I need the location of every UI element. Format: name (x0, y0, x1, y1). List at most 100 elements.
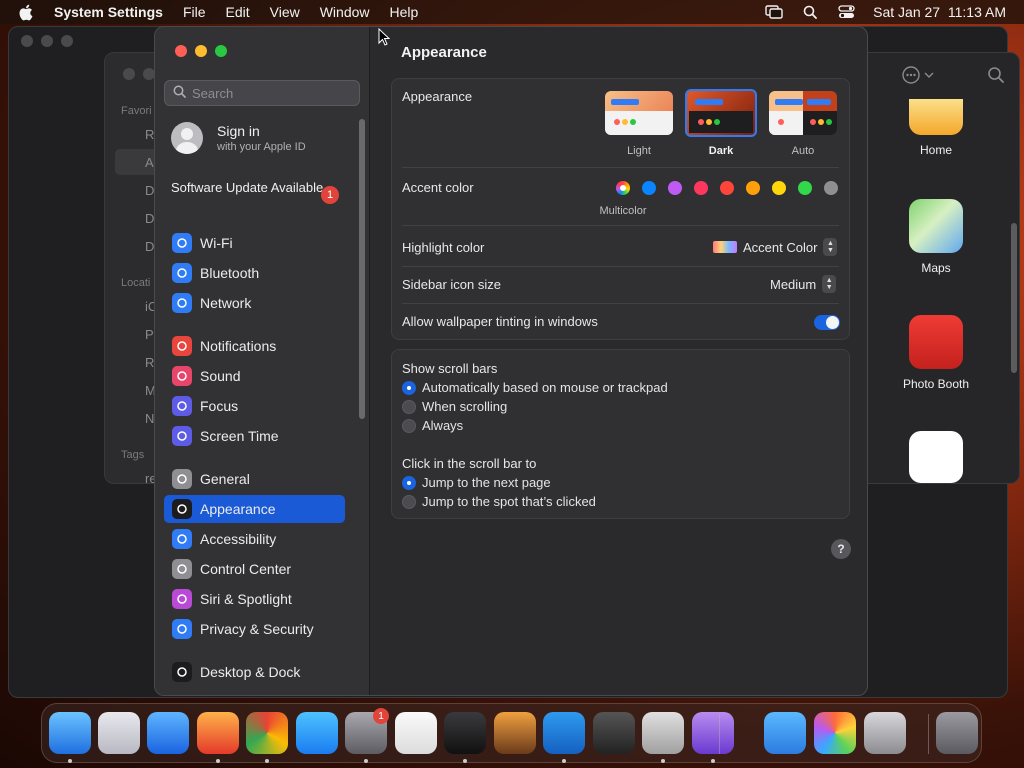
radio-button[interactable] (402, 380, 416, 395)
finder-sidebar-item[interactable]: D (145, 239, 154, 254)
click-scroll-option-next-page[interactable]: Jump to the next page (402, 475, 551, 490)
dock-finder-icon[interactable] (49, 712, 91, 754)
control-center-icon[interactable] (837, 4, 855, 20)
search-input[interactable] (192, 85, 352, 101)
dock-photos-icon[interactable] (814, 712, 856, 754)
finder-sidebar-item[interactable]: D (145, 183, 154, 198)
appearance-option-auto[interactable] (769, 91, 837, 135)
appearance-dark-label: Dark (708, 145, 734, 157)
menu-file[interactable]: File (183, 4, 206, 20)
help-button[interactable]: ? (831, 539, 851, 559)
appearance-light-label: Light (627, 145, 651, 157)
dock-vs-code-icon[interactable] (543, 712, 585, 754)
minimize-button[interactable] (195, 45, 207, 57)
menu-view[interactable]: View (270, 4, 300, 20)
click-scroll-option-spot-clicked[interactable]: Jump to the spot that’s clicked (402, 494, 596, 509)
appearance-option-dark[interactable] (685, 89, 757, 137)
dock-weather-icon[interactable] (764, 712, 806, 754)
dock-firefox-icon[interactable] (197, 712, 239, 754)
sidebar-item-siri-spotlight[interactable]: Siri & Spotlight (164, 585, 345, 613)
sidebar-item-bluetooth[interactable]: Bluetooth (164, 259, 345, 287)
dock-roblox-icon[interactable] (642, 712, 684, 754)
finder-sidebar-item[interactable]: R (145, 127, 154, 142)
radio-button[interactable] (402, 494, 416, 509)
sidebar-item-notifications[interactable]: Notifications (164, 332, 345, 360)
photo-booth-app-icon (909, 315, 963, 369)
dock-textedit-icon[interactable] (395, 712, 437, 754)
accent-color-swatch[interactable] (824, 181, 838, 195)
finder-sidebar-item[interactable]: A (145, 155, 154, 170)
sidebar-item-privacy-security[interactable]: Privacy & Security (164, 615, 345, 643)
update-badge: 1 (321, 186, 339, 204)
app-maps[interactable]: Maps (881, 199, 991, 275)
scroll-bars-option-when-scrolling[interactable]: When scrolling (402, 399, 507, 414)
dock-chrome-icon[interactable] (246, 712, 288, 754)
scroll-bars-option-always[interactable]: Always (402, 418, 463, 433)
screen-mirroring-icon[interactable] (765, 4, 783, 20)
sidebar-scrollbar[interactable] (359, 119, 365, 419)
dock-terminal-icon[interactable] (444, 712, 486, 754)
radio-button[interactable] (402, 418, 416, 433)
zoom-button[interactable] (215, 45, 227, 57)
apple-menu-icon[interactable] (18, 4, 36, 21)
finder-sidebar-item[interactable]: D (145, 211, 154, 226)
finder-sidebar-item[interactable]: N (145, 411, 154, 426)
menu-window[interactable]: Window (320, 4, 370, 20)
accent-color-swatch[interactable] (772, 181, 786, 195)
finder-more-icon[interactable] (901, 65, 937, 90)
popup-chevron-icon: ▲ ▼ (822, 275, 837, 293)
accent-color-swatch[interactable] (720, 181, 734, 195)
sidebar-item-wi-fi[interactable]: Wi-Fi (164, 229, 345, 257)
app-home[interactable]: Home (881, 99, 991, 157)
radio-button[interactable] (402, 475, 416, 490)
software-update-item[interactable]: Software Update Available (171, 180, 346, 196)
app-photo-booth[interactable]: Photo Booth (881, 315, 991, 391)
sidebar-item-general[interactable]: General (164, 465, 345, 493)
sidebar-item-sound[interactable]: Sound (164, 362, 345, 390)
accent-color-swatch[interactable] (642, 181, 656, 195)
dock-bartender-icon[interactable] (593, 712, 635, 754)
radio-label: Jump to the spot that’s clicked (422, 494, 596, 509)
click-scroll-bar-label: Click in the scroll bar to (402, 456, 537, 471)
finder-section-tags: Tags (121, 449, 145, 461)
dock-running-indicator (68, 759, 72, 763)
finder-sidebar-item[interactable]: P (145, 327, 154, 342)
sidebar-item-accessibility[interactable]: Accessibility (164, 525, 345, 553)
sidebar-item-desktop-dock[interactable]: Desktop & Dock (164, 658, 345, 686)
finder-sidebar-item[interactable]: R (145, 355, 154, 370)
accent-color-swatch[interactable] (746, 181, 760, 195)
menu-clock[interactable]: Sat Jan 27 11:13 AM (873, 4, 1006, 20)
sidebar-item-network[interactable]: Network (164, 289, 345, 317)
dock-launchpad-icon[interactable] (98, 712, 140, 754)
finder-search-icon[interactable] (987, 66, 1005, 89)
sidebar-icon-size-popup[interactable]: Medium ▲ ▼ (770, 275, 837, 293)
sidebar-item-focus[interactable]: Focus (164, 392, 345, 420)
accent-color-swatch[interactable] (694, 181, 708, 195)
app-reminders[interactable] (881, 431, 991, 491)
dock-visual-studio-icon[interactable] (692, 712, 734, 754)
highlight-color-popup[interactable]: Accent Color ▲ ▼ (713, 238, 838, 256)
sidebar-item-screen-time[interactable]: Screen Time (164, 422, 345, 450)
dock-safari-icon[interactable] (147, 712, 189, 754)
dock-image-capture-icon[interactable] (864, 712, 906, 754)
radio-button[interactable] (402, 399, 416, 414)
search-field[interactable] (164, 80, 360, 106)
scroll-bars-option-automatic[interactable]: Automatically based on mouse or trackpad (402, 380, 668, 395)
menu-app-name[interactable]: System Settings (54, 4, 163, 20)
dock-instruments-icon[interactable] (494, 712, 536, 754)
appearance-option-light[interactable] (605, 91, 673, 135)
menu-help[interactable]: Help (390, 4, 419, 20)
sidebar-item-appearance[interactable]: Appearance (164, 495, 345, 523)
accent-multicolor-swatch[interactable] (616, 181, 630, 195)
apple-id-sign-in[interactable]: Sign in with your Apple ID (171, 122, 351, 154)
wallpaper-tinting-toggle[interactable] (814, 315, 840, 330)
menu-edit[interactable]: Edit (226, 4, 250, 20)
sidebar-item-control-center[interactable]: Control Center (164, 555, 345, 583)
dock-app-store-icon[interactable] (296, 712, 338, 754)
accent-color-swatch[interactable] (798, 181, 812, 195)
dock-trash-icon[interactable] (936, 712, 978, 754)
accent-color-swatch[interactable] (668, 181, 682, 195)
close-button[interactable] (175, 45, 187, 57)
spotlight-search-icon[interactable] (801, 4, 819, 20)
finder-scrollbar[interactable] (1011, 223, 1017, 373)
